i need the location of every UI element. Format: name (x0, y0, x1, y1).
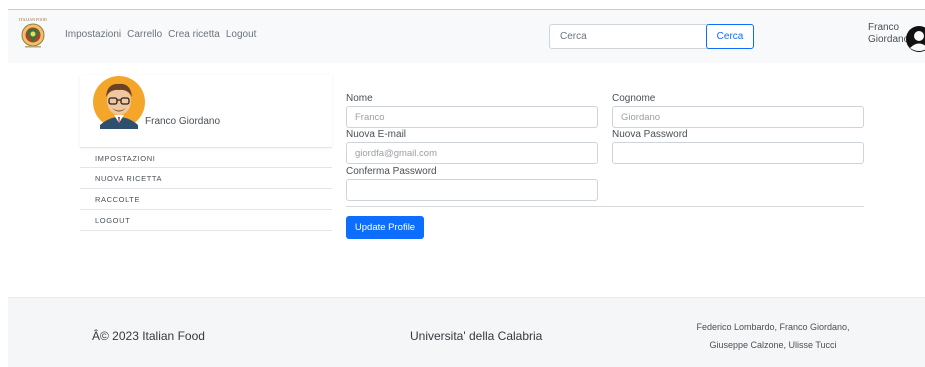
navbar: ITALIAN FOOD Impostazioni Carrello Crea … (8, 9, 925, 63)
italian-food-logo[interactable]: ITALIAN FOOD (18, 15, 48, 49)
email-label: Nuova E-mail (346, 129, 407, 140)
profile-name: Franco Giordano (145, 116, 221, 127)
password-input[interactable] (612, 142, 864, 164)
search-input[interactable] (549, 24, 714, 49)
nav-link-crea-ricetta[interactable]: Crea ricetta (168, 29, 220, 40)
chef-avatar (93, 76, 145, 129)
logo-text: ITALIAN FOOD (19, 17, 47, 22)
confirm-password-input[interactable] (346, 179, 598, 201)
sidebar-menu: IMPOSTAZIONI NUOVA RICETTA RACCOLTE LOGO… (80, 147, 332, 231)
profile-card: Franco Giordano (80, 75, 332, 147)
cognome-label: Cognome (612, 93, 656, 104)
nav-link-carrello[interactable]: Carrello (127, 29, 162, 40)
nome-input[interactable] (346, 106, 598, 128)
search-button[interactable]: Cerca (706, 24, 754, 49)
nav-link-logout[interactable]: Logout (226, 29, 257, 40)
footer-copyright: Â© 2023 Italian Food (92, 329, 205, 343)
footer: Â© 2023 Italian Food Universita' della C… (8, 297, 925, 367)
form-divider (346, 206, 864, 207)
nav-links: Impostazioni Carrello Crea ricetta Logou… (65, 29, 256, 40)
sidebar-item-impostazioni[interactable]: IMPOSTAZIONI (80, 147, 332, 168)
sidebar-item-nuova-ricetta[interactable]: NUOVA RICETTA (80, 168, 332, 189)
cognome-input[interactable] (612, 106, 864, 128)
footer-authors: Federico Lombardo, Franco Giordano, Gius… (678, 318, 868, 354)
user-account-icon[interactable] (904, 26, 925, 52)
update-profile-button[interactable]: Update Profile (346, 216, 424, 239)
sidebar-item-raccolte[interactable]: RACCOLTE (80, 189, 332, 210)
email-input[interactable] (346, 142, 598, 164)
nav-link-impostazioni[interactable]: Impostazioni (65, 29, 121, 40)
footer-authors-line2: Giuseppe Calzone, Ulisse Tucci (709, 340, 837, 350)
footer-university: Universita' della Calabria (410, 329, 543, 343)
confirm-password-label: Conferma Password (346, 166, 437, 177)
password-label: Nuova Password (612, 129, 688, 140)
footer-authors-line1: Federico Lombardo, Franco Giordano, (696, 322, 850, 332)
nome-label: Nome (346, 93, 373, 104)
sidebar-item-logout[interactable]: LOGOUT (80, 210, 332, 231)
